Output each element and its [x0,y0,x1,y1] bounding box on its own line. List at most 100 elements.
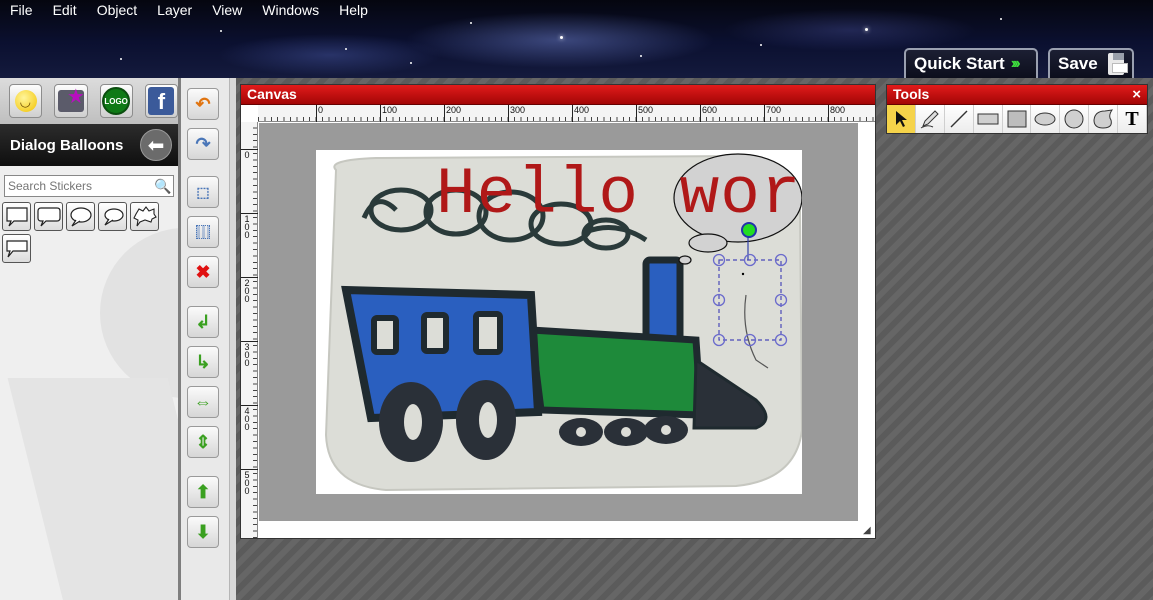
menu-object[interactable]: Object [87,0,147,20]
star [865,28,868,31]
flip-vertical-button[interactable]: ⇕ [187,426,219,458]
artboard[interactable]: Hello wor [316,150,802,494]
resize-grip-icon[interactable]: ◢ [863,526,873,536]
redo-button[interactable]: ↷ [187,128,219,160]
delete-icon: ✖ [195,261,211,282]
ruler-label-y: 200 [244,278,250,304]
menu-edit[interactable]: Edit [43,0,87,20]
menu-layer[interactable]: Layer [147,0,202,20]
category-logos-button[interactable]: LOGO [99,84,133,118]
undo-button[interactable]: ↶ [187,88,219,120]
rectangle-tool[interactable] [973,105,1003,133]
star [640,55,642,57]
ruler-label-x: 800 [830,105,846,115]
bring-forward-button[interactable]: ↲ [187,306,219,338]
text-tool[interactable]: T [1118,105,1148,133]
ruler-label-x: 0 [318,105,324,115]
tools-title-label: Tools [893,86,930,102]
flip-vertical-icon: ⇕ [195,431,211,452]
pointer-icon [895,111,907,127]
send-backward-button[interactable]: ↳ [187,346,219,378]
ruler-label-x: 500 [638,105,654,115]
canvas-window-title[interactable]: Canvas [241,85,875,105]
balloon-sticker-rounded[interactable] [34,202,63,231]
ruler-label-x: 600 [702,105,718,115]
star [470,22,472,24]
search-icon[interactable]: 🔍 [153,178,173,195]
star [1000,18,1002,20]
delete-button[interactable]: ✖ [187,256,219,288]
freeform-shape-icon [1093,109,1114,129]
ruler-label-y: 400 [244,406,250,432]
balloon-sticker-rect[interactable] [2,202,31,231]
filled-rectangle-tool[interactable] [1002,105,1032,133]
ellipse-tool[interactable] [1031,105,1061,133]
back-arrow-icon[interactable]: ⬅ [140,129,172,161]
star [345,48,347,50]
category-photos-button[interactable]: ★ [54,84,88,118]
hello-text-object[interactable]: Hello wor [436,160,801,230]
speech-balloon-icon [103,207,124,226]
grid-icon [196,225,210,239]
thought-bubble-small [688,233,728,253]
freeform-shape-tool[interactable] [1089,105,1119,133]
pointer-tool[interactable] [887,105,916,133]
menu-windows[interactable]: Windows [252,0,329,20]
flip-horizontal-button[interactable]: ⇔ [187,386,219,418]
undo-icon: ↶ [195,93,211,114]
circle-tool[interactable] [1060,105,1090,133]
grid-button[interactable] [187,216,219,248]
move-down-button[interactable]: ⬇ [187,516,219,548]
send-backward-icon: ↳ [195,351,211,372]
balloon-sticker-spiky[interactable] [130,202,159,231]
sticker-category-row: ★ LOGO f [0,78,178,124]
speech-balloon-icon [132,205,157,226]
tools-row: T [887,105,1148,133]
canvas-stage[interactable]: Hello wor [259,123,858,521]
select-all-icon: ⬚ [196,183,210,200]
redo-icon: ↷ [195,133,211,154]
ruler-label-y: 300 [244,342,250,368]
category-facebook-button[interactable]: f [144,84,178,118]
move-up-button[interactable]: ⬆ [187,476,219,508]
sticker-section-header: Dialog Balloons ⬅ [0,124,178,166]
logo-badge-icon: LOGO [102,87,131,115]
flip-horizontal-icon: ⇔ [194,391,212,412]
ruler-label-x: 700 [766,105,782,115]
quick-start-label: Quick Start [914,54,1005,73]
ruler-label-y: 100 [244,214,250,240]
close-icon[interactable]: × [1132,86,1141,103]
line-icon [950,110,968,128]
ruler-label-y: 0 [244,150,250,160]
line-tool[interactable] [944,105,974,133]
menu-file[interactable]: File [0,0,43,20]
rectangle-icon [977,113,999,125]
tools-window-title[interactable]: Tools × [887,85,1147,105]
star [760,44,762,46]
search-stickers-input[interactable] [5,179,153,193]
photo-star-icon: ★ [57,86,85,112]
pen-tool[interactable] [915,105,945,133]
balloon-sticker-oval-small[interactable] [98,202,127,231]
select-all-button[interactable]: ⬚ [187,176,219,208]
bring-forward-icon: ↲ [195,311,211,332]
vertical-ruler: 0 100 200 300 400 500 [241,122,258,538]
circle-icon [1064,109,1084,129]
balloon-sticker-rect-small[interactable] [2,234,31,263]
quick-start-button[interactable]: Quick Start ››› [904,48,1038,78]
menu-help[interactable]: Help [329,0,378,20]
category-smileys-button[interactable] [9,84,43,118]
star [120,58,122,60]
move-up-icon: ⬆ [195,481,211,502]
speech-balloon-icon [5,206,28,226]
header-starfield: File Edit Object Layer View Windows Help… [0,0,1153,78]
object-toolbar: ↶ ↷ ⬚ ✖ ↲ ↳ ⇔ ⇕ ⬆ ⬇ [181,78,230,600]
chevrons-right-icon: ››› [1010,55,1021,72]
ruler-label-x: 300 [510,105,526,115]
speech-balloon-icon [69,206,92,227]
balloon-sticker-oval[interactable] [66,202,95,231]
ruler-label-x: 400 [574,105,590,115]
save-button[interactable]: Save [1048,48,1134,78]
section-title: Dialog Balloons [10,136,124,154]
menu-view[interactable]: View [202,0,252,20]
